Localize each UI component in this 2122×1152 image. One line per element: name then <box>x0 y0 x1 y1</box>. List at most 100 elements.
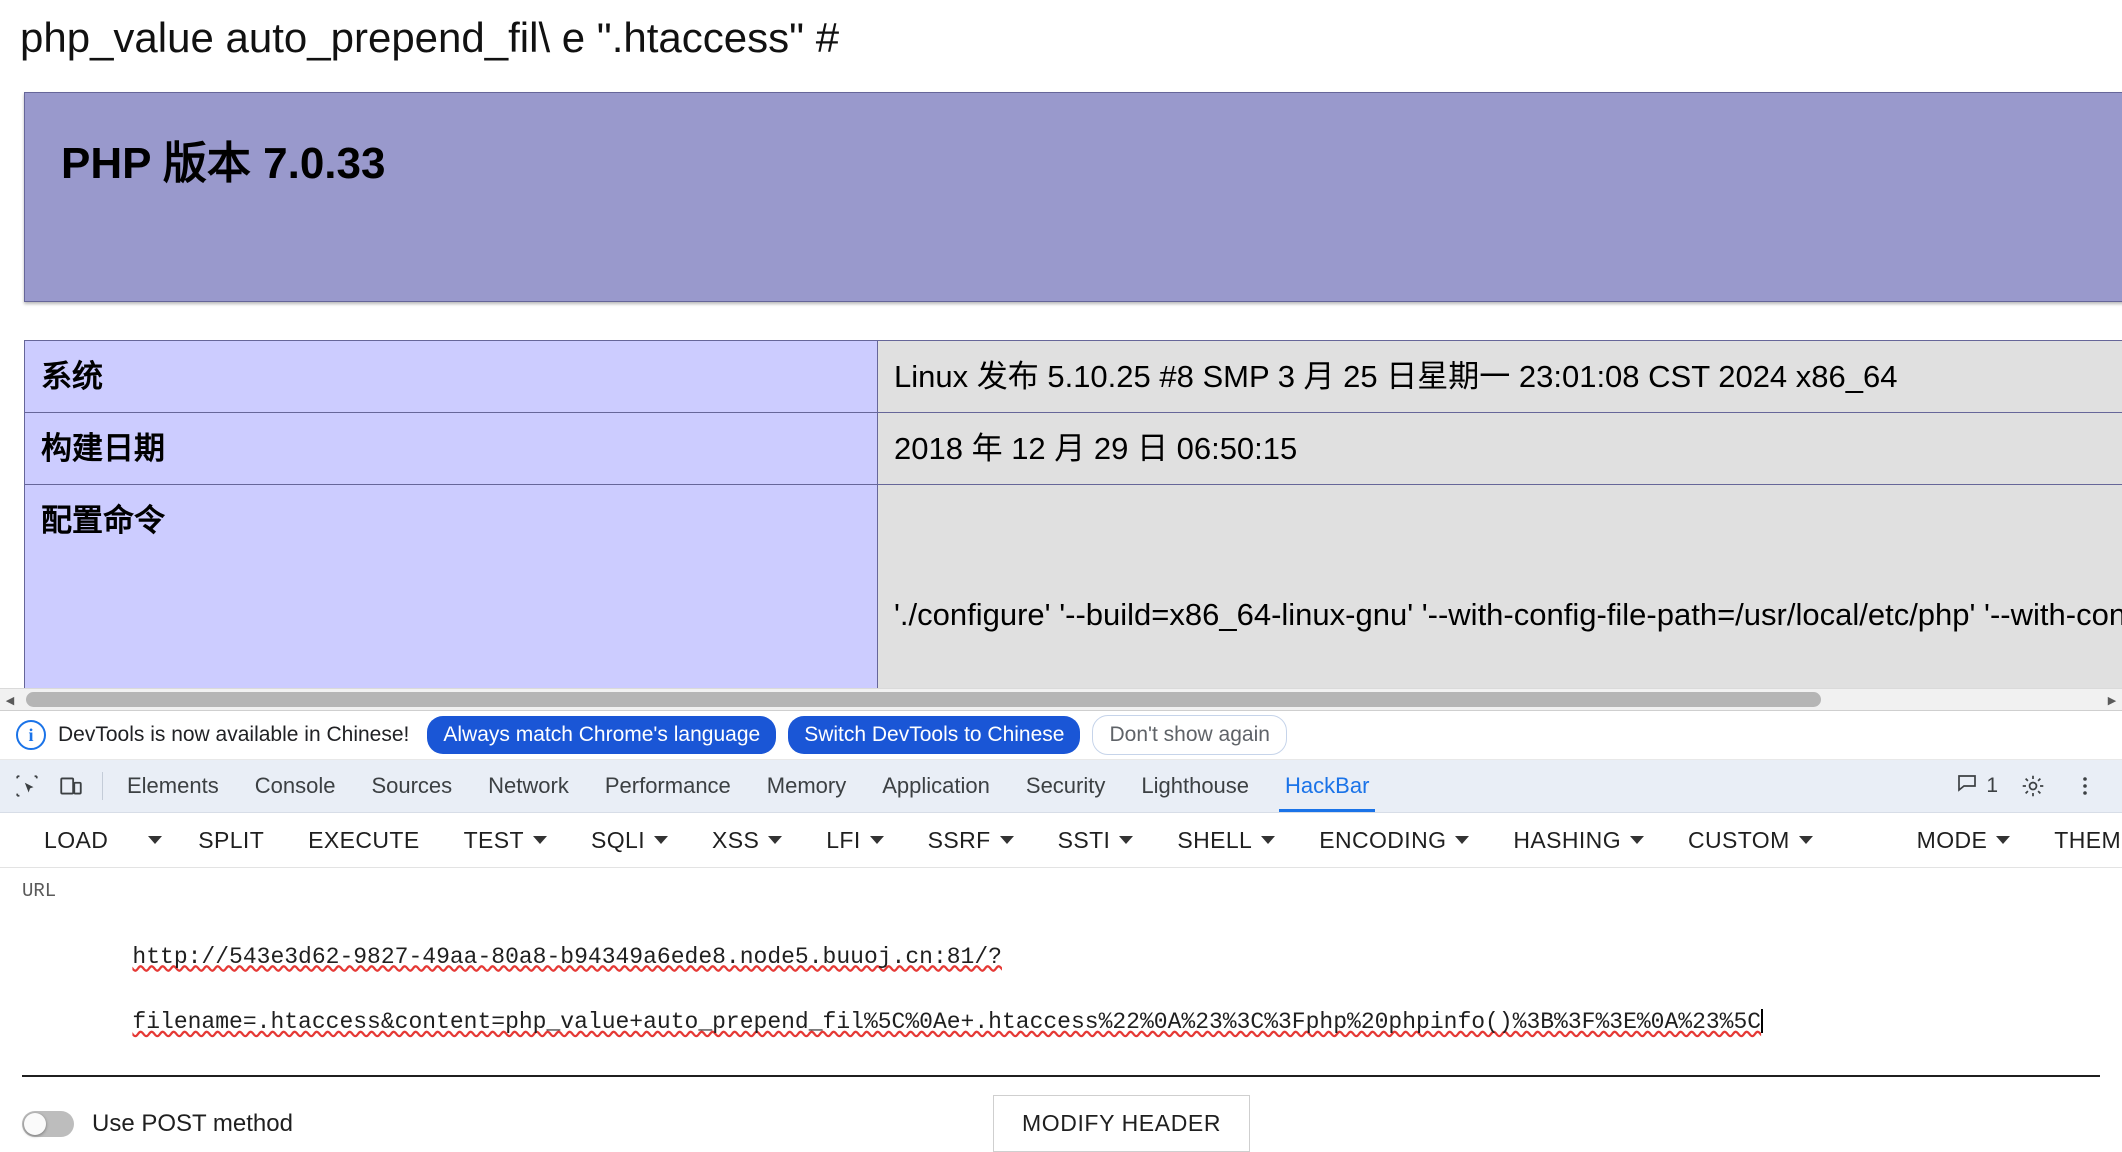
browser-page-viewport: php_value auto_prepend_fil\ e ".htaccess… <box>0 0 2122 700</box>
table-cell-value: './configure' '--build=x86_64-linux-gnu'… <box>878 485 2122 700</box>
tab-performance[interactable]: Performance <box>587 760 749 812</box>
devtools-tabbar-right: 1 <box>1955 760 2122 812</box>
phpinfo-table: 系统 Linux 发布 5.10.25 #8 SMP 3 月 25 日星期一 2… <box>24 340 2122 700</box>
tab-lighthouse[interactable]: Lighthouse <box>1123 760 1267 812</box>
chevron-down-icon <box>1799 836 1813 844</box>
hackbar-lfi-label: LFI <box>826 827 860 854</box>
table-cell-value: Linux 发布 5.10.25 #8 SMP 3 月 25 日星期一 23:0… <box>878 341 2122 413</box>
hackbar-ssrf-label: SSRF <box>928 827 991 854</box>
hackbar-load-button[interactable]: LOAD <box>22 827 130 854</box>
scroll-left-arrow-icon[interactable]: ◀ <box>0 690 20 710</box>
more-vertical-icon[interactable] <box>2068 770 2102 802</box>
text-cursor <box>1761 1009 1763 1033</box>
chevron-down-icon <box>148 836 162 844</box>
devtools-panel: i DevTools is now available in Chinese! … <box>0 710 2122 1088</box>
php-version-banner: PHP 版本 7.0.33 <box>24 92 2122 302</box>
chevron-down-icon <box>654 836 668 844</box>
hackbar-execute-button[interactable]: EXECUTE <box>286 827 441 854</box>
page-content: php_value auto_prepend_fil\ e ".htaccess… <box>0 0 2122 700</box>
tab-hackbar[interactable]: HackBar <box>1267 760 1387 812</box>
info-icon: i <box>16 720 46 750</box>
url-line-1: http://543e3d62-9827-49aa-80a8-b94349a6e… <box>132 944 1002 970</box>
hackbar-mode-label: MODE <box>1917 827 1988 854</box>
tab-elements[interactable]: Elements <box>109 760 237 812</box>
hackbar-load-label: LOAD <box>44 827 108 854</box>
table-row: 配置命令 './configure' '--build=x86_64-linux… <box>25 485 2122 700</box>
inspect-element-icon[interactable] <box>10 770 44 802</box>
hackbar-shell-menu[interactable]: SHELL <box>1155 827 1297 854</box>
hackbar-mode-menu[interactable]: MODE <box>1895 827 2033 854</box>
dont-show-again-button[interactable]: Don't show again <box>1092 715 1286 755</box>
hackbar-xss-menu[interactable]: XSS <box>690 827 804 854</box>
url-input-text[interactable]: http://543e3d62-9827-49aa-80a8-b94349a6e… <box>22 908 2100 1071</box>
chevron-down-icon <box>1630 836 1644 844</box>
chevron-down-icon <box>1000 836 1014 844</box>
hackbar-split-button[interactable]: SPLIT <box>176 827 286 854</box>
switch-devtools-language-button[interactable]: Switch DevTools to Chinese <box>788 716 1080 754</box>
hackbar-encoding-menu[interactable]: ENCODING <box>1297 827 1491 854</box>
hackbar-toolbar: LOAD SPLIT EXECUTE TEST SQLI XSS LFI S <box>0 813 2122 868</box>
tab-application[interactable]: Application <box>864 760 1008 812</box>
chevron-down-icon <box>870 836 884 844</box>
hackbar-xss-label: XSS <box>712 827 759 854</box>
hackbar-execute-label: EXECUTE <box>308 827 419 854</box>
devtools-language-infobar: i DevTools is now available in Chinese! … <box>0 711 2122 760</box>
url-line-2: filename=.htaccess&content=php_value+aut… <box>132 1009 1761 1035</box>
hackbar-hashing-menu[interactable]: HASHING <box>1491 827 1666 854</box>
scrollbar-thumb[interactable] <box>26 692 1821 707</box>
use-post-method-label: Use POST method <box>92 1110 293 1138</box>
url-field-label: URL <box>22 880 2100 902</box>
modify-header-button[interactable]: MODIFY HEADER <box>993 1095 1250 1152</box>
message-count-indicator[interactable]: 1 <box>1955 771 1998 801</box>
always-match-language-button[interactable]: Always match Chrome's language <box>427 716 776 754</box>
tabbar-divider <box>102 772 103 800</box>
hackbar-lfi-menu[interactable]: LFI <box>804 827 905 854</box>
tab-console[interactable]: Console <box>237 760 354 812</box>
scrollbar-track[interactable] <box>20 689 2102 711</box>
php-version-title: PHP 版本 7.0.33 <box>25 93 2122 191</box>
device-toolbar-icon[interactable] <box>54 770 88 802</box>
tab-sources[interactable]: Sources <box>353 760 470 812</box>
hackbar-url-area: URL http://543e3d62-9827-49aa-80a8-b9434… <box>0 868 2122 1077</box>
toggle-knob <box>24 1113 46 1135</box>
toggle-switch[interactable] <box>22 1111 74 1137</box>
hackbar-test-menu[interactable]: TEST <box>442 827 569 854</box>
hackbar-split-label: SPLIT <box>198 827 264 854</box>
devtools-tabbar: Elements Console Sources Network Perform… <box>0 760 2122 813</box>
hackbar-hashing-label: HASHING <box>1513 827 1621 854</box>
chevron-down-icon <box>768 836 782 844</box>
devtools-tool-icons <box>0 760 102 812</box>
hackbar-theme-menu[interactable]: THEME <box>2032 827 2122 854</box>
hackbar-custom-label: CUSTOM <box>1688 827 1790 854</box>
message-icon <box>1955 771 1979 801</box>
tab-security[interactable]: Security <box>1008 760 1123 812</box>
page-horizontal-scrollbar[interactable]: ◀ ▶ <box>0 688 2122 711</box>
url-input[interactable]: http://543e3d62-9827-49aa-80a8-b94349a6e… <box>22 908 2100 1077</box>
message-count-label: 1 <box>1986 774 1998 798</box>
hackbar-shell-label: SHELL <box>1177 827 1252 854</box>
table-cell-value: 2018 年 12 月 29 日 06:50:15 <box>878 413 2122 485</box>
devtools-tab-list: Elements Console Sources Network Perform… <box>109 760 1387 812</box>
tab-memory[interactable]: Memory <box>749 760 864 812</box>
hackbar-load-dropdown[interactable] <box>134 836 176 844</box>
table-cell-key: 系统 <box>25 341 878 413</box>
table-cell-key: 构建日期 <box>25 413 878 485</box>
hackbar-ssti-menu[interactable]: SSTI <box>1036 827 1156 854</box>
table-row: 系统 Linux 发布 5.10.25 #8 SMP 3 月 25 日星期一 2… <box>25 341 2122 413</box>
configure-line: './configure' '--build=x86_64-linux-gnu'… <box>894 591 2122 638</box>
hackbar-sqli-label: SQLI <box>591 827 645 854</box>
hackbar-encoding-label: ENCODING <box>1319 827 1446 854</box>
chevron-down-icon <box>1119 836 1133 844</box>
prepended-htaccess-text: php_value auto_prepend_fil\ e ".htaccess… <box>0 0 2122 62</box>
tab-network[interactable]: Network <box>470 760 587 812</box>
use-post-method-toggle[interactable]: Use POST method <box>22 1110 293 1138</box>
scroll-right-arrow-icon[interactable]: ▶ <box>2102 690 2122 710</box>
hackbar-bottom-row: Use POST method MODIFY HEADER <box>0 1077 2122 1152</box>
gear-icon[interactable] <box>2016 770 2050 802</box>
hackbar-custom-menu[interactable]: CUSTOM <box>1666 827 1835 854</box>
chevron-down-icon <box>1261 836 1275 844</box>
hackbar-ssrf-menu[interactable]: SSRF <box>906 827 1036 854</box>
hackbar-test-label: TEST <box>464 827 524 854</box>
hackbar-sqli-menu[interactable]: SQLI <box>569 827 690 854</box>
table-cell-key: 配置命令 <box>25 485 878 700</box>
